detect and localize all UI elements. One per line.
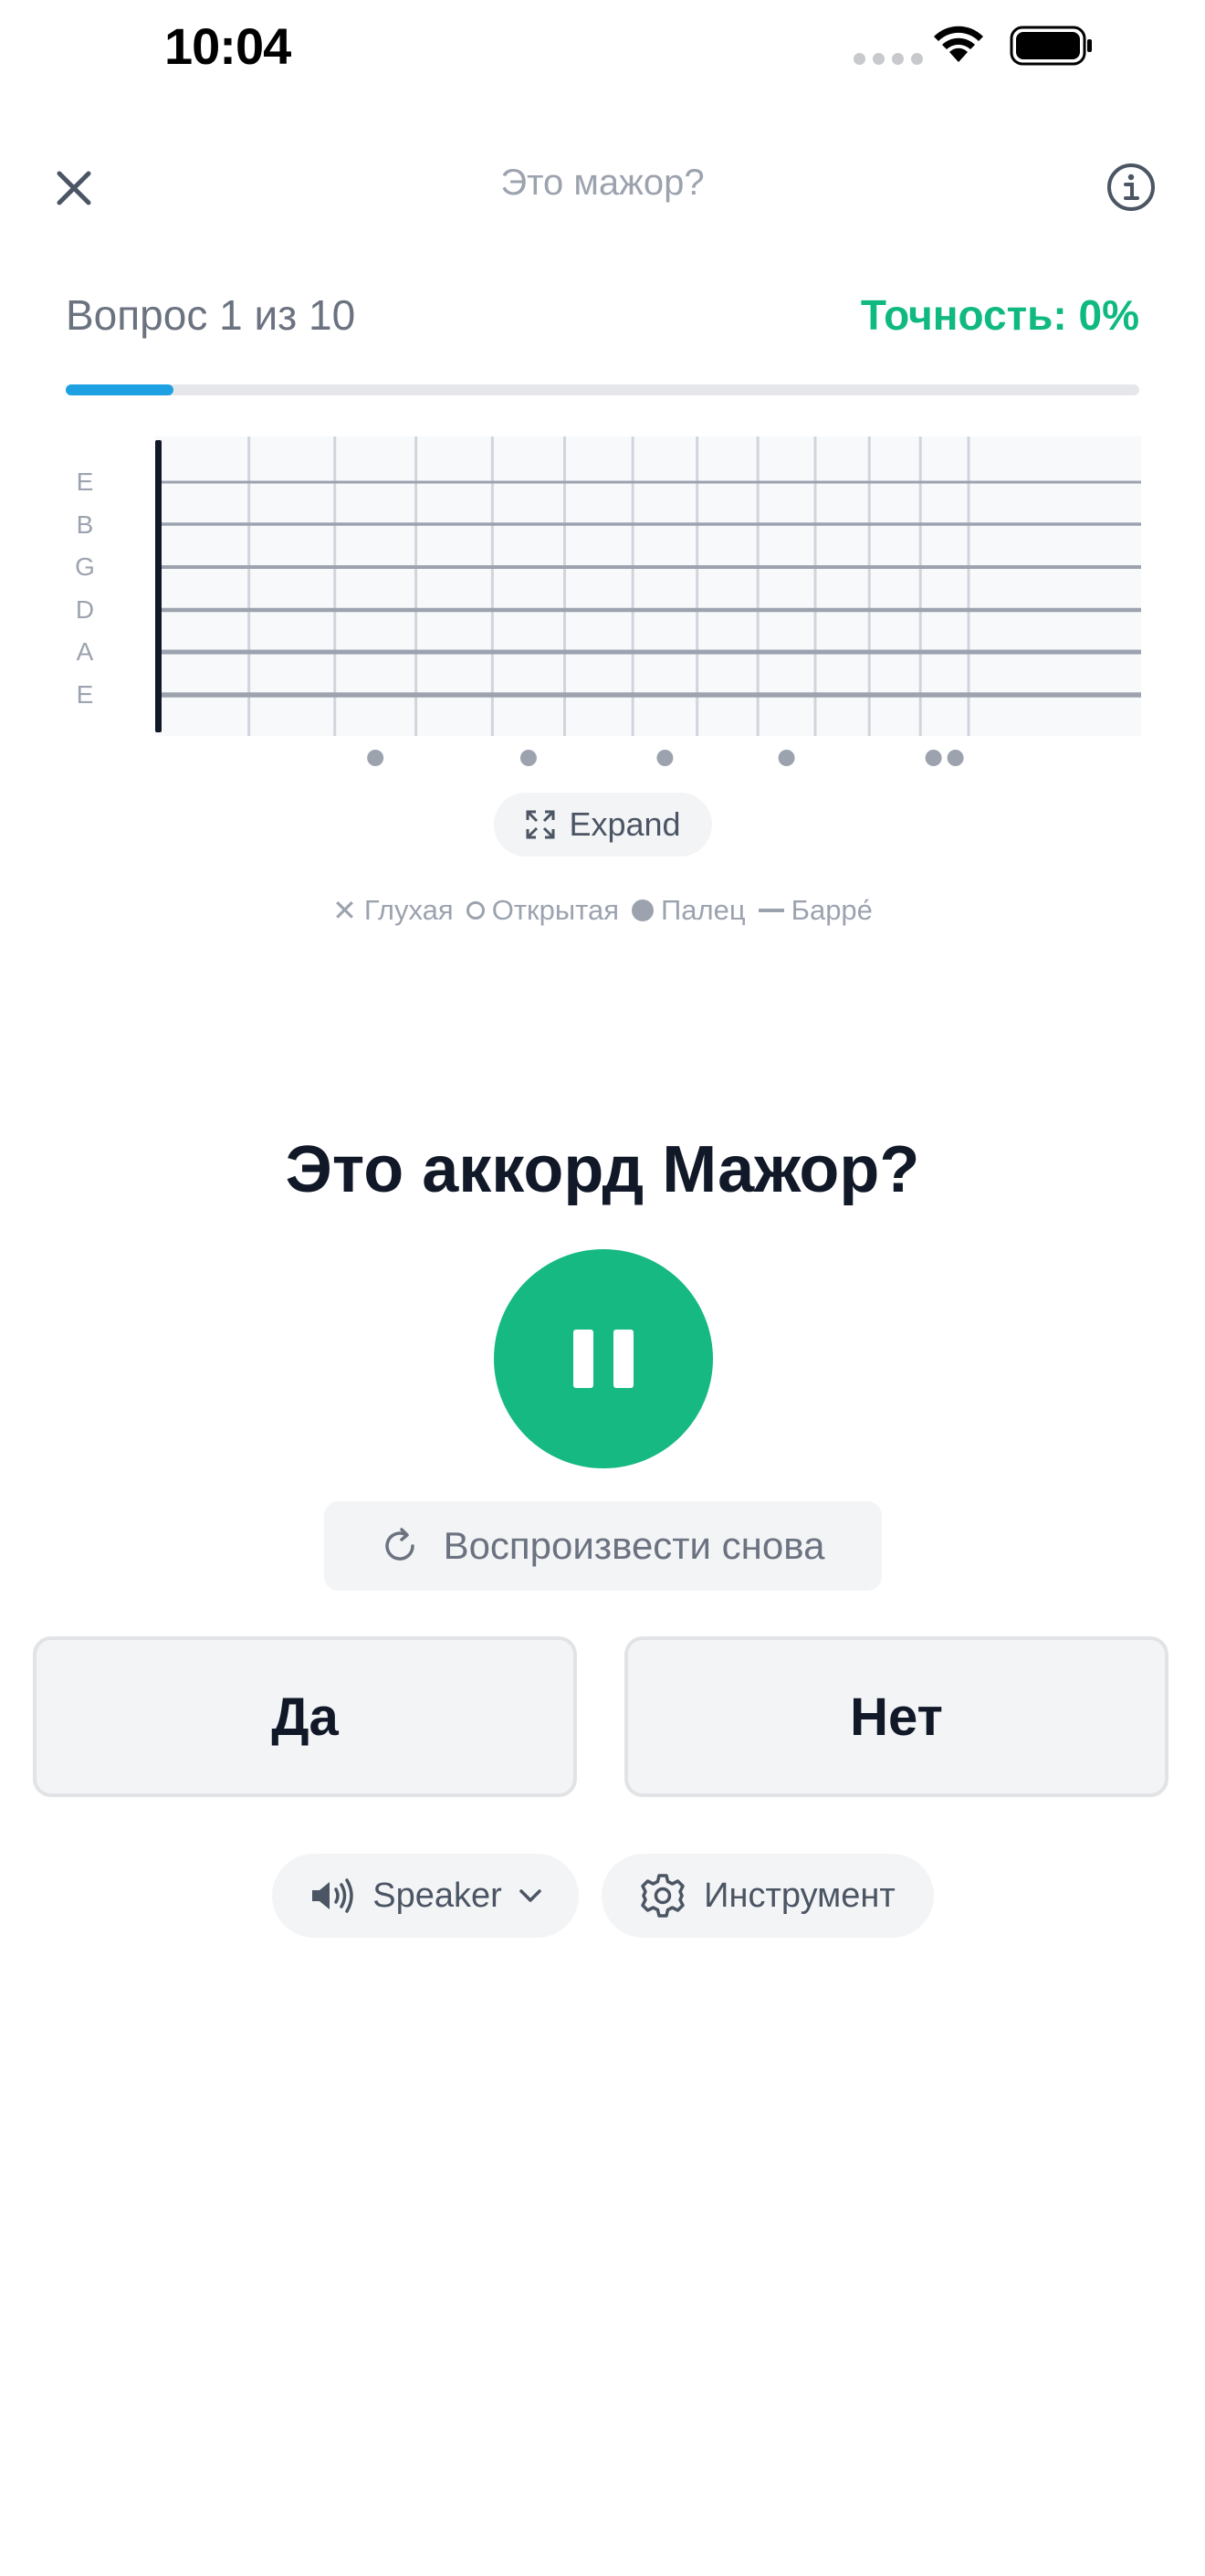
expand-icon [526,810,555,839]
speaker-dropdown[interactable]: Speaker [272,1854,579,1938]
fret-marker-dot [656,750,674,766]
string-label: B [76,510,94,539]
accuracy-label: Точность: 0% [860,291,1139,339]
legend-open-label: Открытая [491,894,619,926]
battery-icon [1010,26,1092,66]
legend-muted: ✕ Глухая [332,893,454,928]
expand-button[interactable]: Expand [494,793,712,857]
string-label: E [76,468,94,496]
legend-barre-label: Барре́ [791,894,873,926]
answer-no-button[interactable]: Нет [624,1636,1168,1797]
fretboard-legend: ✕ Глухая Открытая Палец Барре́ [0,893,1205,928]
fret-marker-dot [925,750,942,766]
legend-barre: Барре́ [758,894,873,927]
fret-marker-dot [947,750,964,766]
info-button[interactable] [1101,157,1161,217]
pause-icon [613,1330,634,1388]
instrument-label: Инструмент [704,1876,896,1915]
replay-label: Воспроизвести снова [443,1524,825,1567]
play-pause-button[interactable] [494,1249,713,1468]
status-time: 10:04 [164,17,291,75]
speaker-icon [312,1878,353,1913]
string-label: D [75,594,95,624]
nut [155,440,162,732]
speaker-label: Speaker [372,1876,502,1915]
legend-open: Открытая [466,894,619,927]
instrument-button[interactable]: Инструмент [602,1854,934,1938]
expand-label: Expand [569,805,681,843]
fret-marker-dot [367,750,384,766]
open-circle-icon [466,901,485,920]
answer-yes-button[interactable]: Да [33,1636,577,1797]
progress-fill [66,384,173,395]
chevron-down-icon [519,1889,541,1902]
pause-icon [573,1330,593,1388]
cellular-signal-icon [854,53,923,65]
legend-finger-label: Палец [661,894,746,926]
barre-line-icon [758,909,784,912]
fret-marker-dot [778,750,795,766]
finger-dot-icon [632,899,654,921]
wifi-icon [934,26,983,62]
fret-marker-dot [519,750,537,766]
gear-icon [641,1874,685,1918]
fretboard [155,436,1141,766]
string-label: A [76,637,94,666]
replay-button[interactable]: Воспроизвести снова [324,1501,882,1591]
string-labels: EBGDAE [71,464,99,719]
muted-x-icon: ✕ [332,894,357,927]
string-label: G [75,552,95,581]
question-counter: Вопрос 1 из 10 [66,291,356,339]
string-label: E [76,679,94,709]
legend-finger: Палец [632,894,746,927]
progress-bar [66,384,1139,395]
page-title: Это мажор? [500,163,705,203]
replay-icon [384,1528,414,1561]
info-icon [1107,163,1155,211]
legend-muted-label: Глухая [363,894,454,926]
question-text: Это аккорд Мажор? [285,1133,920,1206]
